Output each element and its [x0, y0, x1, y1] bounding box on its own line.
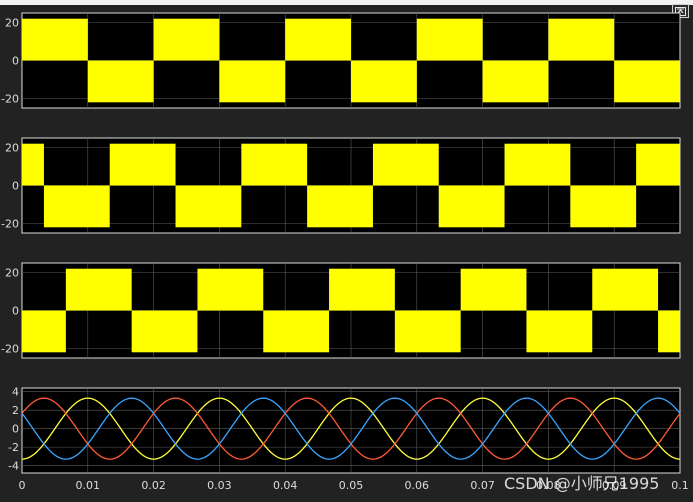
- pwm-pulse-block: [329, 268, 395, 311]
- x-tick-label: 0.05: [339, 479, 364, 492]
- pwm-pulse-block: [548, 18, 615, 61]
- pwm-pulse-block: [153, 18, 220, 61]
- pwm-pulse-block: [109, 143, 176, 186]
- pwm-pulse-block: [131, 310, 198, 353]
- pwm-pulse-block: [175, 185, 242, 228]
- pwm-pulse-block: [394, 310, 461, 353]
- x-tick-label: 0.04: [273, 479, 298, 492]
- scope-axes-3: 20 0 -20: [1, 262, 681, 359]
- pwm-pulse-block: [22, 18, 88, 61]
- pwm-pulse-block: [526, 310, 593, 353]
- x-tick-label: 0.03: [207, 479, 232, 492]
- pwm-pulse-block: [22, 143, 44, 186]
- y-tick-label: 20: [5, 142, 19, 155]
- y-tick-label: 2: [12, 404, 19, 417]
- pwm-pulse-block: [416, 18, 483, 61]
- pwm-pulse-block: [307, 185, 373, 228]
- pwm-pulse-block: [614, 60, 680, 103]
- y-tick-label: 0: [12, 180, 19, 193]
- y-tick-label: 20: [5, 17, 19, 30]
- x-tick-label: 0.02: [141, 479, 166, 492]
- scope-axes-2: 20 0 -20: [1, 137, 681, 234]
- y-tick-label: -20: [1, 93, 19, 106]
- y-tick-label: 0: [12, 305, 19, 318]
- pwm-pulse-block: [197, 268, 264, 311]
- pwm-pulse-block: [592, 268, 659, 311]
- pwm-pulse-block: [22, 310, 66, 353]
- pwm-pulse-block: [65, 268, 132, 311]
- x-tick-label: 0.07: [470, 479, 495, 492]
- pwm-pulse-block: [438, 185, 505, 228]
- y-tick-label: 20: [5, 267, 19, 280]
- y-tick-label: -20: [1, 218, 19, 231]
- pwm-pulse-block: [241, 143, 308, 186]
- pwm-pulse-block: [636, 143, 680, 186]
- pwm-pulse-block: [87, 60, 154, 103]
- y-tick-label: -2: [8, 441, 19, 454]
- y-tick-label: -4: [8, 460, 19, 473]
- pwm-pulse-block: [482, 60, 549, 103]
- scope-axes-1: 20 0 -20: [1, 12, 681, 109]
- pwm-pulse-block: [219, 60, 286, 103]
- x-tick-label: 0.01: [76, 479, 101, 492]
- pwm-pulse-block: [351, 60, 417, 103]
- watermark-text: CSDN @小师兄1995: [504, 474, 660, 493]
- pwm-pulse-block: [263, 310, 330, 353]
- x-tick-label: 0.1: [671, 479, 689, 492]
- x-tick-label: 0.06: [405, 479, 430, 492]
- y-tick-label: 4: [12, 386, 19, 399]
- pwm-pulse-block: [43, 185, 110, 228]
- pwm-pulse-block: [285, 18, 351, 61]
- y-tick-label: -20: [1, 343, 19, 356]
- pwm-pulse-block: [460, 268, 527, 311]
- scope-display: 200-20200-20200-20420-2-40 0.01 0.02 0.03 0.…: [1, 12, 689, 492]
- pwm-pulse-block: [658, 310, 680, 353]
- pwm-pulse-block: [372, 143, 439, 186]
- pwm-pulse-block: [570, 185, 637, 228]
- y-tick-label: 0: [12, 55, 19, 68]
- y-tick-label: 0: [12, 423, 19, 436]
- x-tick-label: 0: [19, 479, 26, 492]
- pwm-pulse-block: [504, 143, 571, 186]
